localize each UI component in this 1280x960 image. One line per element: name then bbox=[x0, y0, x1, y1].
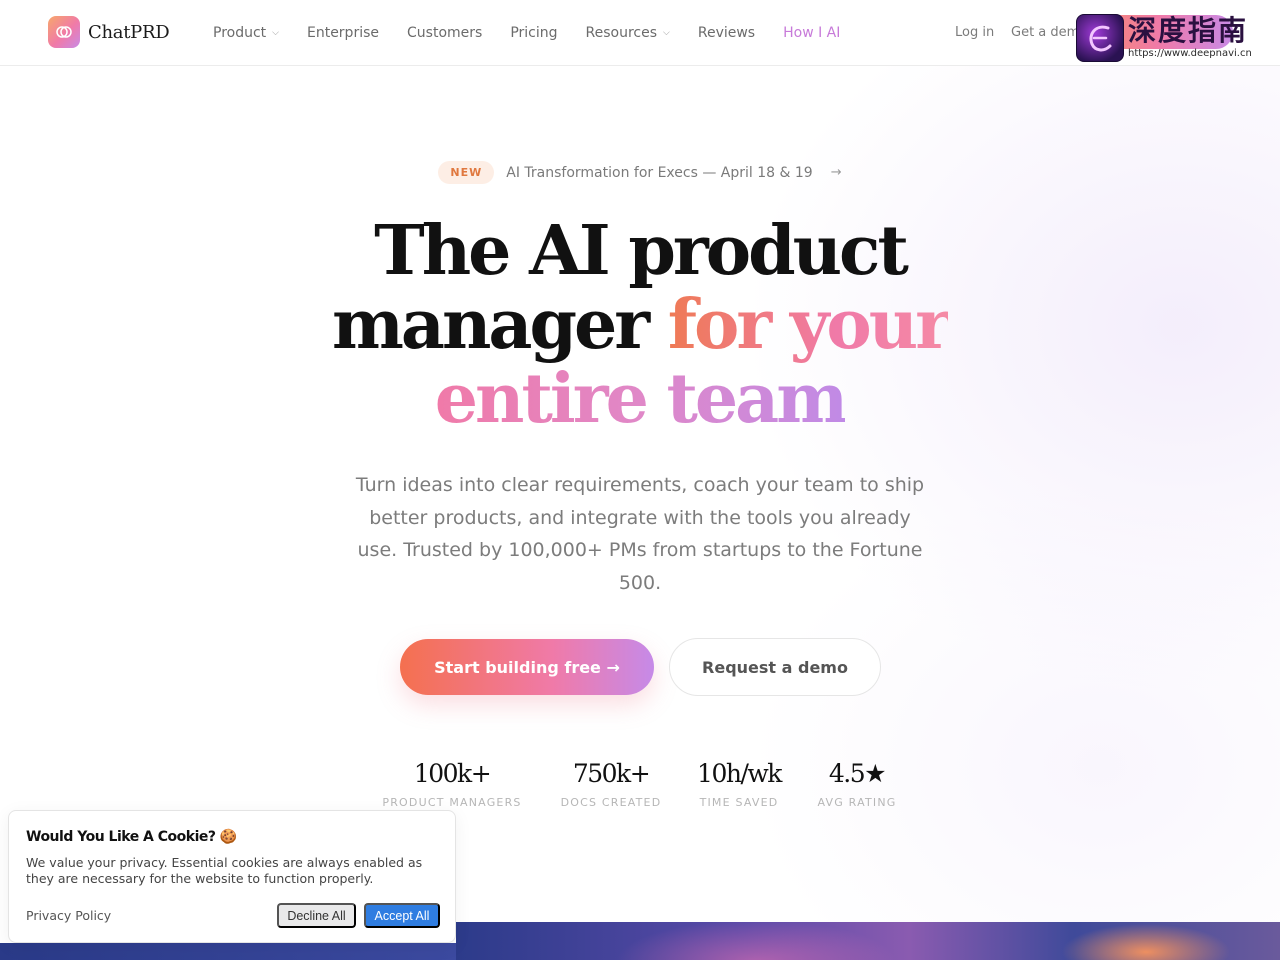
get-demo-link[interactable]: Get a dem bbox=[1011, 25, 1079, 40]
watermark-title: 深度指南 bbox=[1128, 14, 1249, 47]
nav-item-customers[interactable]: Customers bbox=[407, 25, 482, 41]
nav-item-label: Resources bbox=[585, 25, 658, 41]
chevron-down-icon: ⌵ bbox=[663, 28, 670, 38]
hero-image-strip-left bbox=[0, 943, 456, 960]
cookie-banner: Would You Like A Cookie? 🍪 We value your… bbox=[8, 810, 456, 943]
watermark-url: https://www.deepnavi.cn bbox=[1128, 48, 1252, 59]
nav-item-resources[interactable]: Resources ⌵ bbox=[586, 25, 670, 41]
stat-time-saved: 10h/wk TIME SAVED bbox=[694, 758, 784, 809]
stat-docs-created: 750k+ DOCS CREATED bbox=[556, 758, 666, 809]
stat-value: 4.5★ bbox=[828, 759, 887, 788]
brand[interactable]: ChatPRD bbox=[48, 16, 170, 48]
stat-label: TIME SAVED bbox=[699, 796, 779, 809]
nav-item-label: Pricing bbox=[510, 25, 558, 41]
headline-line-1: The AI product bbox=[374, 211, 909, 291]
privacy-policy-link[interactable]: Privacy Policy bbox=[26, 908, 111, 923]
hero-headline: The AI product manager for your entire t… bbox=[0, 214, 1280, 436]
headline-line-3: entire team bbox=[434, 359, 848, 439]
nav-item-label: How I AI bbox=[783, 25, 841, 41]
primary-nav: Product ⌵ Enterprise Customers Pricing R… bbox=[213, 0, 868, 66]
stat-value: 100k+ bbox=[413, 759, 492, 788]
start-building-button[interactable]: Start building free → bbox=[400, 639, 654, 695]
stat-value: 10h/wk bbox=[697, 759, 782, 788]
stat-product-managers: 100k+ PRODUCT MANAGERS bbox=[380, 758, 524, 809]
watermark-logo-icon bbox=[1076, 14, 1124, 62]
stat-value: 750k+ bbox=[572, 759, 651, 788]
cookie-body: We value your privacy. Essential cookies… bbox=[26, 855, 423, 886]
chevron-down-icon: ⌵ bbox=[272, 28, 279, 38]
brand-name: ChatPRD bbox=[88, 21, 170, 43]
announcement-text: AI Transformation for Execs — April 18 &… bbox=[506, 164, 813, 181]
request-demo-button[interactable]: Request a demo bbox=[669, 638, 881, 696]
hero-image-strip bbox=[456, 922, 1280, 960]
nav-item-label: Reviews bbox=[697, 25, 756, 41]
hero-subtext: Turn ideas into clear requirements, coac… bbox=[355, 474, 925, 594]
announcement-badge[interactable]: NEW AI Transformation for Execs — April … bbox=[0, 161, 1280, 184]
accept-all-button[interactable]: Accept All bbox=[364, 903, 440, 928]
cookie-title: Would You Like A Cookie? 🍪 bbox=[26, 829, 237, 845]
stat-avg-rating: 4.5★ AVG RATING bbox=[812, 758, 902, 809]
nav-item-how-i-ai[interactable]: How I AI bbox=[783, 25, 840, 41]
stat-label: DOCS CREATED bbox=[560, 796, 662, 809]
arrow-right-icon: → bbox=[830, 165, 842, 180]
nav-item-pricing[interactable]: Pricing bbox=[510, 25, 557, 41]
watermark-overlay: 深度指南 https://www.deepnavi.cn bbox=[1076, 14, 1266, 66]
chatprd-logo-icon bbox=[48, 16, 80, 48]
login-link[interactable]: Log in bbox=[955, 25, 994, 40]
nav-item-reviews[interactable]: Reviews bbox=[698, 25, 755, 41]
headline-line-2b: for your bbox=[667, 285, 951, 365]
nav-item-product[interactable]: Product ⌵ bbox=[213, 25, 279, 41]
decline-all-button[interactable]: Decline All bbox=[277, 903, 356, 928]
nav-item-enterprise[interactable]: Enterprise bbox=[307, 25, 379, 41]
headline-line-2a: manager bbox=[331, 285, 668, 365]
nav-item-label: Product bbox=[213, 25, 267, 41]
stat-label: AVG RATING bbox=[817, 796, 897, 809]
stat-label: PRODUCT MANAGERS bbox=[382, 796, 522, 809]
nav-item-label: Customers bbox=[407, 25, 483, 41]
new-pill: NEW bbox=[438, 161, 495, 184]
top-navbar: ChatPRD Product ⌵ Enterprise Customers P… bbox=[0, 0, 1280, 66]
nav-item-label: Enterprise bbox=[306, 25, 380, 41]
